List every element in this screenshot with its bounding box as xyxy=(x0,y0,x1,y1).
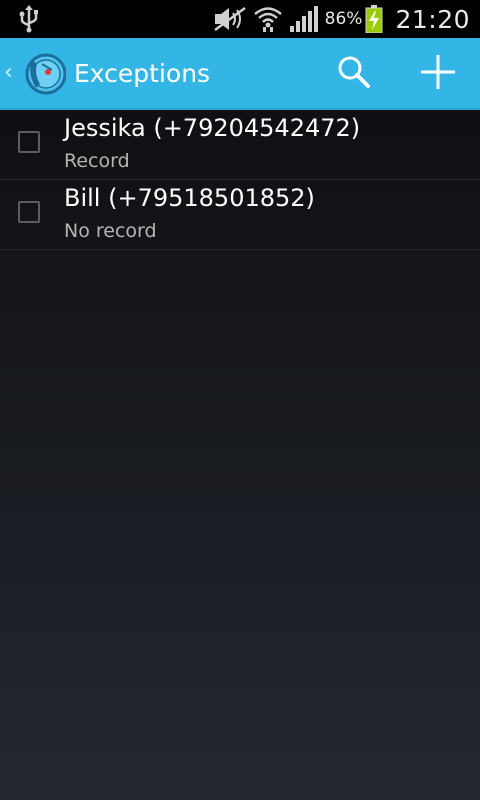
page-title: Exceptions xyxy=(74,59,211,88)
search-icon xyxy=(336,54,372,94)
contact-name: Bill (+79518501852) xyxy=(64,184,315,212)
exceptions-list: Jessika (+79204542472) Record Bill (+795… xyxy=(0,110,480,250)
item-checkbox[interactable] xyxy=(18,131,40,153)
clock: 21:20 xyxy=(395,4,470,34)
call-recorder-app-icon xyxy=(22,50,67,98)
record-status: No record xyxy=(64,220,157,242)
add-button[interactable] xyxy=(402,38,474,110)
record-status: Record xyxy=(64,150,130,172)
mute-icon xyxy=(213,6,247,32)
action-bar: ‹ Exceptions xyxy=(0,38,480,110)
battery-percent: 86% xyxy=(324,9,363,29)
item-checkbox[interactable] xyxy=(18,201,40,223)
plus-icon xyxy=(419,53,457,95)
status-bar: 86% 21:20 xyxy=(0,0,480,38)
signal-icon xyxy=(289,6,319,32)
list-item[interactable]: Jessika (+79204542472) Record xyxy=(0,110,480,180)
list-item[interactable]: Bill (+79518501852) No record xyxy=(0,180,480,250)
wifi-icon xyxy=(253,5,283,33)
usb-icon xyxy=(14,5,44,33)
up-navigation[interactable]: ‹ xyxy=(0,38,70,110)
search-button[interactable] xyxy=(318,38,390,110)
back-caret-icon: ‹ xyxy=(4,60,13,85)
contact-name: Jessika (+79204542472) xyxy=(64,114,361,142)
battery-charging-icon xyxy=(365,5,383,33)
